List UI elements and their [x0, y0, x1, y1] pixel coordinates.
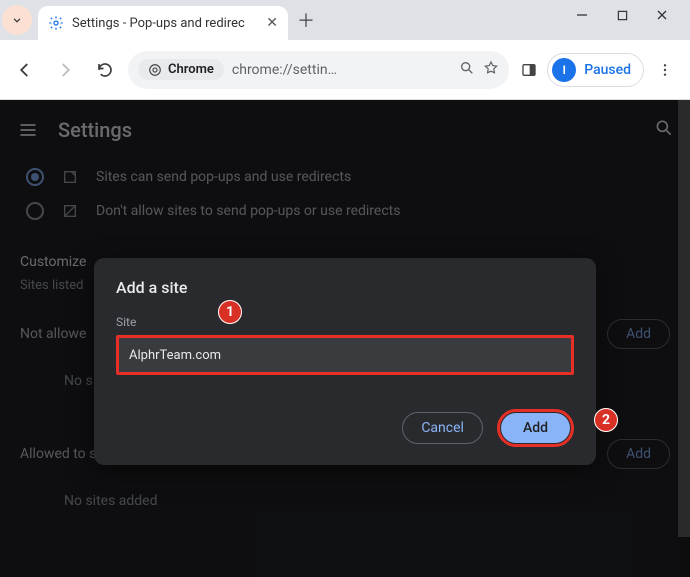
dialog-actions: Cancel Add — [116, 409, 574, 447]
address-bar[interactable]: Chrome chrome://settin… — [128, 51, 509, 89]
reload-icon — [96, 61, 114, 79]
close-icon — [656, 9, 668, 21]
side-panel-button[interactable] — [515, 56, 543, 84]
close-window-button[interactable] — [642, 0, 682, 30]
maximize-button[interactable] — [602, 0, 642, 30]
avatar-initial: I — [562, 63, 565, 77]
window-controls — [562, 0, 682, 30]
add-site-dialog: Add a site Site Cancel Add — [94, 258, 596, 465]
chrome-icon — [148, 63, 162, 77]
gear-icon — [48, 15, 64, 31]
paused-label: Paused — [584, 62, 631, 78]
add-button-highlight: Add — [497, 409, 574, 447]
site-input-highlight — [116, 335, 574, 375]
site-input[interactable] — [119, 338, 571, 372]
tab-close-button[interactable]: ✕ — [266, 15, 278, 31]
annotation-1: 1 — [218, 300, 242, 324]
cancel-button[interactable]: Cancel — [402, 412, 483, 444]
reload-button[interactable] — [88, 53, 122, 87]
toolbar: Chrome chrome://settin… I Paused — [0, 40, 690, 100]
chrome-chip-label: Chrome — [168, 62, 214, 77]
side-panel-icon — [521, 62, 537, 78]
profile-paused-chip[interactable]: I Paused — [547, 53, 644, 87]
back-arrow-icon — [16, 61, 34, 79]
zoom-icon[interactable] — [459, 60, 475, 80]
more-vertical-icon — [657, 62, 673, 78]
annotation-2: 2 — [594, 408, 618, 432]
back-button[interactable] — [8, 53, 42, 87]
site-field-label: Site — [116, 315, 574, 329]
tab-strip: Settings - Pop-ups and redirec ✕ ＋ — [0, 0, 690, 40]
forward-arrow-icon — [56, 61, 74, 79]
maximize-icon — [617, 10, 628, 21]
chrome-chip: Chrome — [138, 59, 224, 80]
toolbar-right: I Paused — [515, 53, 682, 87]
scrollbar[interactable] — [678, 100, 690, 577]
avatar: I — [552, 58, 576, 82]
url-text: chrome://settin… — [232, 62, 451, 78]
kebab-menu-button[interactable] — [648, 53, 682, 87]
dialog-title: Add a site — [116, 278, 574, 297]
chevron-down-icon — [10, 13, 24, 27]
browser-tab[interactable]: Settings - Pop-ups and redirec ✕ — [38, 6, 288, 40]
minimize-icon — [576, 9, 588, 21]
forward-button[interactable] — [48, 53, 82, 87]
tabs-dropdown-button[interactable] — [2, 5, 32, 35]
add-button[interactable]: Add — [501, 413, 570, 443]
bookmark-star-icon[interactable] — [483, 60, 499, 80]
new-tab-button[interactable]: ＋ — [292, 6, 320, 34]
minimize-button[interactable] — [562, 0, 602, 30]
scroll-thumb[interactable] — [678, 100, 690, 537]
tab-title: Settings - Pop-ups and redirec — [72, 16, 258, 31]
